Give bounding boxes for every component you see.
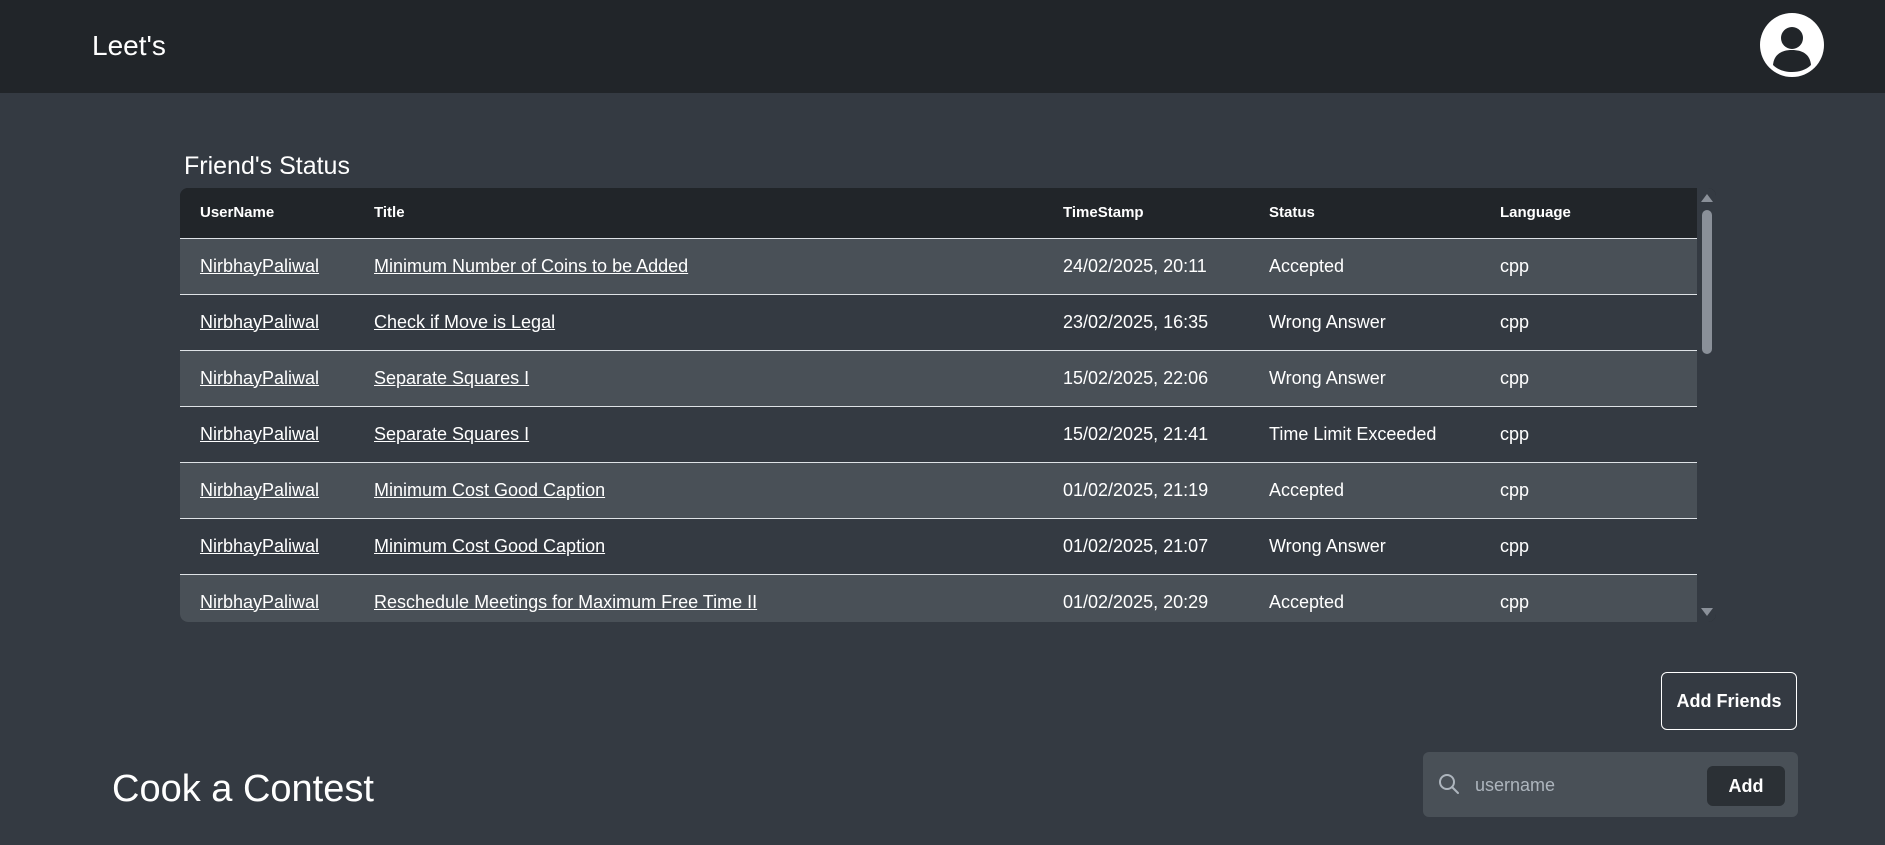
timestamp-cell: 15/02/2025, 22:06 bbox=[1043, 350, 1249, 407]
status-cell: Wrong Answer bbox=[1249, 350, 1480, 407]
friends-status-table-container[interactable]: UserName Title TimeStamp Status Language… bbox=[180, 188, 1716, 622]
problem-title-link[interactable]: Reschedule Meetings for Maximum Free Tim… bbox=[374, 592, 757, 612]
timestamp-cell: 23/02/2025, 16:35 bbox=[1043, 294, 1249, 351]
column-header-timestamp: TimeStamp bbox=[1043, 188, 1249, 239]
username-search-input[interactable] bbox=[1473, 764, 1707, 806]
problem-title-link[interactable]: Minimum Cost Good Caption bbox=[374, 536, 605, 556]
timestamp-cell: 15/02/2025, 21:41 bbox=[1043, 406, 1249, 463]
column-header-title: Title bbox=[354, 188, 1043, 239]
table-row: NirbhayPaliwal Minimum Number of Coins t… bbox=[180, 238, 1697, 295]
scrollbar-thumb[interactable] bbox=[1702, 210, 1712, 354]
username-link[interactable]: NirbhayPaliwal bbox=[200, 480, 319, 500]
person-icon bbox=[1761, 14, 1823, 76]
language-cell: cpp bbox=[1480, 294, 1697, 351]
table-scrollbar[interactable] bbox=[1697, 188, 1716, 622]
problem-title-link[interactable]: Separate Squares I bbox=[374, 424, 529, 444]
language-cell: cpp bbox=[1480, 350, 1697, 407]
language-cell: cpp bbox=[1480, 574, 1697, 622]
language-cell: cpp bbox=[1480, 462, 1697, 519]
timestamp-cell: 24/02/2025, 20:11 bbox=[1043, 238, 1249, 295]
add-friend-submit-button[interactable]: Add bbox=[1707, 766, 1785, 806]
cook-contest-heading: Cook a Contest bbox=[112, 768, 374, 810]
column-header-username: UserName bbox=[180, 188, 354, 239]
timestamp-cell: 01/02/2025, 21:07 bbox=[1043, 518, 1249, 575]
table-row: NirbhayPaliwal Separate Squares I 15/02/… bbox=[180, 350, 1697, 407]
status-cell: Accepted bbox=[1249, 238, 1480, 295]
table-row: NirbhayPaliwal Check if Move is Legal 23… bbox=[180, 294, 1697, 351]
add-friends-button[interactable]: Add Friends bbox=[1661, 672, 1797, 730]
username-link[interactable]: NirbhayPaliwal bbox=[200, 592, 319, 612]
table-header-row: UserName Title TimeStamp Status Language bbox=[180, 188, 1697, 239]
status-cell: Accepted bbox=[1249, 462, 1480, 519]
friends-status-table: UserName Title TimeStamp Status Language… bbox=[180, 188, 1697, 622]
language-cell: cpp bbox=[1480, 406, 1697, 463]
table-row: NirbhayPaliwal Reschedule Meetings for M… bbox=[180, 574, 1697, 622]
username-link[interactable]: NirbhayPaliwal bbox=[200, 536, 319, 556]
problem-title-link[interactable]: Minimum Cost Good Caption bbox=[374, 480, 605, 500]
timestamp-cell: 01/02/2025, 21:19 bbox=[1043, 462, 1249, 519]
search-icon bbox=[1439, 774, 1459, 794]
column-header-status: Status bbox=[1249, 188, 1480, 239]
add-friend-search-box: Add bbox=[1423, 752, 1798, 817]
username-link[interactable]: NirbhayPaliwal bbox=[200, 424, 319, 444]
table-row: NirbhayPaliwal Separate Squares I 15/02/… bbox=[180, 406, 1697, 463]
scroll-up-arrow-icon[interactable] bbox=[1701, 194, 1713, 202]
scroll-down-arrow-icon[interactable] bbox=[1701, 608, 1713, 616]
navbar: Leet's bbox=[0, 0, 1885, 93]
status-cell: Wrong Answer bbox=[1249, 294, 1480, 351]
table-row: NirbhayPaliwal Minimum Cost Good Caption… bbox=[180, 462, 1697, 519]
status-cell: Accepted bbox=[1249, 574, 1480, 622]
username-link[interactable]: NirbhayPaliwal bbox=[200, 368, 319, 388]
user-avatar-icon[interactable] bbox=[1760, 13, 1824, 77]
column-header-language: Language bbox=[1480, 188, 1697, 239]
problem-title-link[interactable]: Check if Move is Legal bbox=[374, 312, 555, 332]
username-link[interactable]: NirbhayPaliwal bbox=[200, 312, 319, 332]
friends-status-table-scroll[interactable]: UserName Title TimeStamp Status Language… bbox=[180, 188, 1697, 622]
brand-logo-text[interactable]: Leet's bbox=[92, 30, 166, 62]
problem-title-link[interactable]: Minimum Number of Coins to be Added bbox=[374, 256, 688, 276]
status-cell: Wrong Answer bbox=[1249, 518, 1480, 575]
language-cell: cpp bbox=[1480, 238, 1697, 295]
friends-status-title: Friend's Status bbox=[184, 152, 350, 180]
language-cell: cpp bbox=[1480, 518, 1697, 575]
status-cell: Time Limit Exceeded bbox=[1249, 406, 1480, 463]
username-link[interactable]: NirbhayPaliwal bbox=[200, 256, 319, 276]
table-row: NirbhayPaliwal Minimum Cost Good Caption… bbox=[180, 518, 1697, 575]
timestamp-cell: 01/02/2025, 20:29 bbox=[1043, 574, 1249, 622]
problem-title-link[interactable]: Separate Squares I bbox=[374, 368, 529, 388]
